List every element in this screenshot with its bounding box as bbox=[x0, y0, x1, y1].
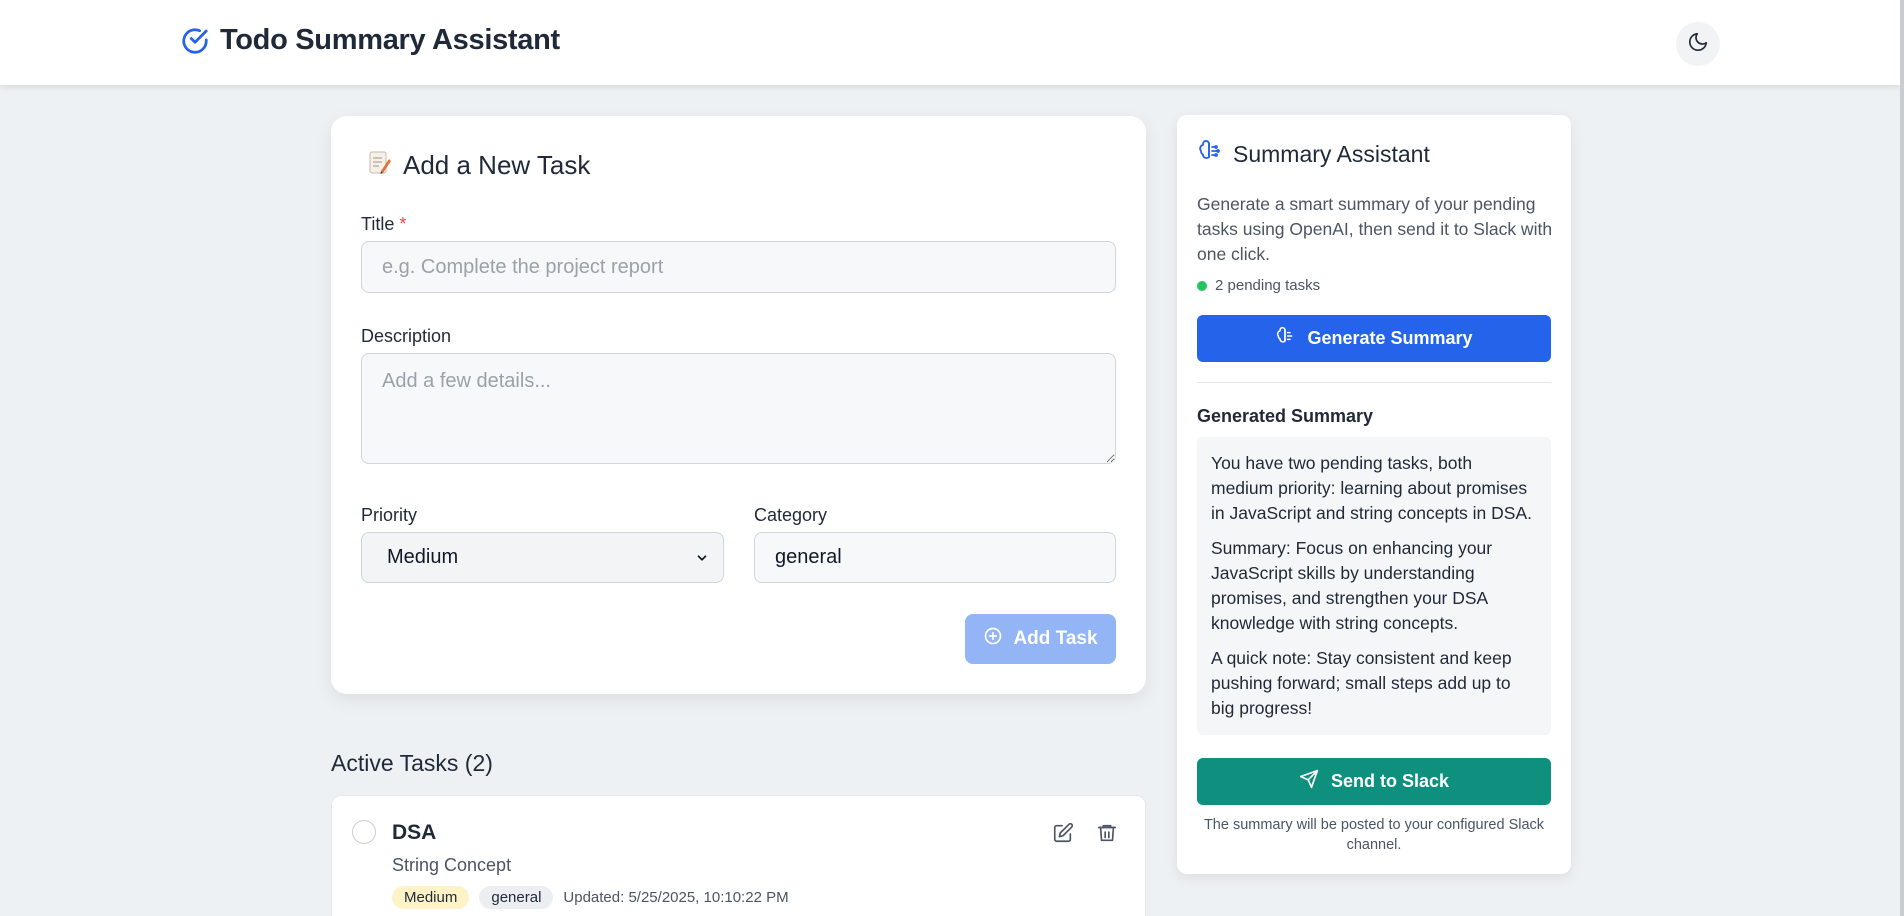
summary-paragraph: You have two pending tasks, both medium … bbox=[1211, 453, 1532, 523]
add-task-button[interactable]: Add Task bbox=[965, 614, 1116, 664]
task-item: DSA String Concept Medium general Update… bbox=[331, 795, 1146, 916]
send-to-slack-button[interactable]: Send to Slack bbox=[1197, 758, 1551, 805]
priority-badge: Medium bbox=[392, 886, 470, 909]
summary-description: Generate a smart summary of your pending… bbox=[1197, 194, 1553, 264]
theme-toggle-button[interactable] bbox=[1676, 22, 1720, 66]
add-task-button-label: Add Task bbox=[1013, 628, 1098, 649]
divider bbox=[1197, 382, 1551, 383]
pending-status: 2 pending tasks bbox=[1197, 277, 1320, 294]
task-meta: Medium general Updated: 5/25/2025, 10:10… bbox=[392, 886, 789, 909]
generated-summary-heading: Generated Summary bbox=[1197, 406, 1374, 426]
app-title: Todo Summary Assistant bbox=[220, 24, 560, 56]
send-to-slack-label: Send to Slack bbox=[1330, 771, 1450, 791]
trash-icon bbox=[1096, 822, 1120, 844]
category-input[interactable]: general bbox=[754, 532, 1116, 583]
edit-task-button[interactable] bbox=[1052, 822, 1076, 846]
task-description: String Concept bbox=[392, 855, 512, 875]
task-complete-checkbox[interactable] bbox=[352, 820, 376, 844]
check-circle-icon bbox=[180, 26, 210, 56]
summary-heading: Summary Assistant bbox=[1197, 139, 1430, 169]
priority-select[interactable]: Medium bbox=[361, 532, 724, 583]
generate-summary-label: Generate Summary bbox=[1307, 328, 1473, 348]
brain-icon bbox=[1275, 326, 1295, 351]
active-tasks-heading: Active Tasks (2) bbox=[331, 750, 493, 776]
category-value: general bbox=[775, 546, 842, 568]
generated-summary-box: You have two pending tasks, both medium … bbox=[1197, 437, 1551, 735]
priority-label: Priority bbox=[361, 505, 418, 525]
moon-icon bbox=[1687, 31, 1709, 58]
task-updated-time: Updated: 5/25/2025, 10:10:22 PM bbox=[563, 889, 789, 906]
summary-assistant-card: Summary Assistant Generate a smart summa… bbox=[1177, 115, 1571, 874]
slack-note: The summary will be posted to your confi… bbox=[1203, 817, 1545, 853]
required-mark: * bbox=[399, 214, 407, 234]
send-icon bbox=[1299, 769, 1319, 794]
summary-paragraph: Summary: Focus on enhancing your JavaScr… bbox=[1211, 538, 1493, 633]
app-header: Todo Summary Assistant bbox=[0, 0, 1900, 85]
title-input[interactable] bbox=[361, 241, 1116, 293]
title-label: Title * bbox=[361, 214, 406, 235]
pending-count: 2 pending tasks bbox=[1215, 277, 1321, 294]
description-input[interactable] bbox=[361, 353, 1116, 464]
add-task-heading: Add a New Task bbox=[367, 150, 590, 181]
add-task-title: Add a New Task bbox=[403, 150, 591, 180]
delete-task-button[interactable] bbox=[1096, 822, 1120, 846]
page-scrollbar[interactable] bbox=[1900, 0, 1904, 916]
brand: Todo Summary Assistant bbox=[180, 24, 560, 57]
task-title: DSA bbox=[392, 821, 437, 844]
priority-value: Medium bbox=[387, 546, 459, 568]
category-label: Category bbox=[754, 505, 828, 525]
memo-icon bbox=[367, 150, 391, 181]
generate-summary-button[interactable]: Generate Summary bbox=[1197, 315, 1551, 362]
summary-title: Summary Assistant bbox=[1233, 140, 1430, 167]
add-task-card: Add a New Task Title * Description Prior… bbox=[331, 116, 1146, 694]
edit-icon bbox=[1052, 822, 1076, 844]
summary-paragraph: A quick note: Stay consistent and keep p… bbox=[1211, 648, 1512, 718]
plus-circle-icon bbox=[983, 626, 1003, 652]
status-dot bbox=[1197, 280, 1207, 291]
description-label: Description bbox=[361, 326, 452, 346]
category-badge: general bbox=[479, 886, 554, 909]
title-label-text: Title bbox=[361, 214, 395, 234]
brain-icon bbox=[1197, 139, 1221, 169]
chevron-down-icon bbox=[695, 551, 709, 565]
